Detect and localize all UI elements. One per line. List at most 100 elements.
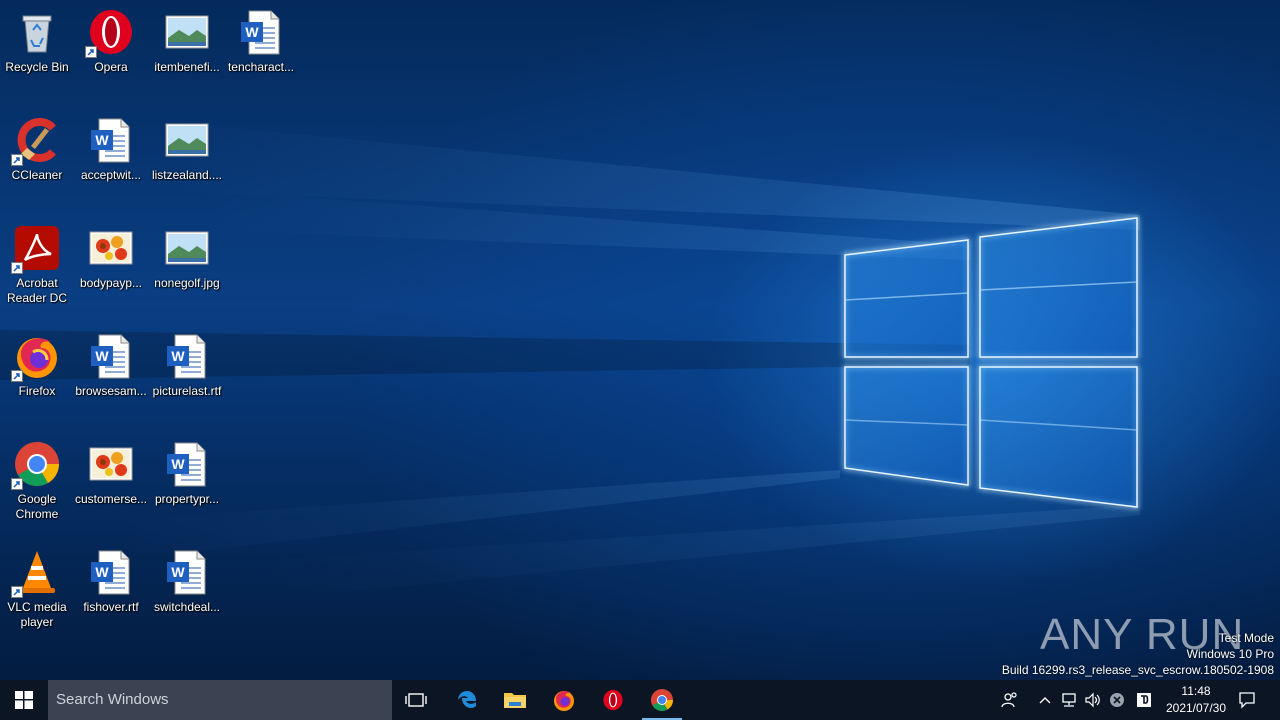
desktop-icon-label: CCleaner [11, 168, 63, 182]
desktop-icon-label: propertypr... [154, 492, 220, 506]
shortcut-arrow-icon [11, 586, 23, 598]
shortcut-arrow-icon [11, 478, 23, 490]
desktop-icon-label: switchdeal... [153, 600, 221, 614]
shortcut-arrow-icon [11, 370, 23, 382]
flower-image-icon [87, 224, 135, 272]
desktop-icon-label: Google Chrome [15, 492, 59, 521]
close-circle-icon [1110, 693, 1124, 707]
desktop-icon-picturelast[interactable]: W picturelast.rtf [150, 326, 224, 399]
desktop-icon-opera[interactable]: Opera [74, 2, 148, 75]
image-file-icon [163, 116, 211, 164]
taskbar-search-box[interactable]: Search Windows [48, 680, 392, 720]
taskbar-clock[interactable]: 11:48 2021/07/30 [1160, 683, 1232, 717]
desktop-icon-label: Opera [94, 60, 128, 74]
desktop-icon-bodypayp[interactable]: bodypayp... [74, 218, 148, 291]
build-text: Build 16299.rs3_release_svc_escrow.18050… [1001, 663, 1274, 677]
desktop-icon-label: bodypayp... [79, 276, 143, 290]
clock-time: 11:48 [1181, 684, 1211, 698]
shortcut-arrow-icon [11, 154, 23, 166]
word-doc-icon: W [163, 440, 211, 488]
desktop-icon-listzealand[interactable]: listzealand.... [150, 110, 224, 183]
desktop-icon-label: browsesam... [75, 384, 147, 398]
desktop-icon-recycle-bin[interactable]: Recycle Bin [0, 2, 74, 75]
desktop-icon-google-chrome[interactable]: Google Chrome [0, 434, 74, 522]
people-button[interactable] [996, 680, 1024, 720]
shortcut-arrow-icon [11, 262, 23, 274]
desktop-icon-firefox[interactable]: Firefox [0, 326, 74, 399]
firefox-icon [554, 691, 574, 711]
speaker-icon [1085, 692, 1100, 708]
desktop-icon-label: VLC media player [7, 600, 67, 629]
word-doc-icon: W [87, 116, 135, 164]
desktop-icon-label: itembenefi... [154, 60, 220, 74]
desktop-icon-label: picturelast.rtf [152, 384, 222, 398]
volume-button[interactable] [1082, 680, 1104, 720]
taskbar-edge-button[interactable] [443, 680, 491, 720]
desktop-icon-ccleaner[interactable]: CCleaner [0, 110, 74, 183]
image-file-icon [163, 8, 211, 56]
task-view-button[interactable] [392, 680, 440, 720]
desktop-icon-tencharact[interactable]: W tencharact... [224, 2, 298, 75]
tray-status-button[interactable] [1106, 680, 1128, 720]
task-view-icon [405, 693, 427, 707]
svg-text:W: W [95, 132, 109, 148]
desktop-icon-customerse[interactable]: customerse... [74, 434, 148, 507]
desktop-icon-propertypr[interactable]: W propertypr... [150, 434, 224, 507]
word-doc-icon: W [237, 8, 285, 56]
ccleaner-icon [11, 116, 61, 166]
desktop-icon-label: acceptwit... [80, 168, 142, 182]
taskbar-opera-button[interactable] [589, 680, 637, 720]
test-mode-text: Test Mode [1218, 631, 1274, 645]
edge-icon [458, 691, 476, 708]
firefox-icon [11, 332, 61, 382]
desktop-icon-switchdeal[interactable]: W switchdeal... [150, 542, 224, 615]
clock-date: 2021/07/30 [1165, 701, 1227, 715]
keyboard-layout-icon [1137, 693, 1151, 707]
chrome-icon [651, 689, 673, 711]
word-doc-icon: W [163, 548, 211, 596]
windows-logo-icon [15, 691, 33, 709]
taskbar: Search Windows 11:48 2021/07/30 [0, 680, 1280, 720]
svg-text:W: W [171, 456, 185, 472]
taskbar-chrome-button[interactable] [638, 680, 686, 720]
start-button[interactable] [0, 680, 48, 720]
network-button[interactable] [1058, 680, 1080, 720]
desktop-icon-itembenefi[interactable]: itembenefi... [150, 2, 224, 75]
taskbar-firefox-button[interactable] [540, 680, 588, 720]
people-icon [1001, 692, 1017, 708]
desktop-icon-label: listzealand.... [151, 168, 223, 182]
network-icon [1062, 693, 1076, 707]
svg-text:W: W [171, 348, 185, 364]
svg-text:W: W [171, 564, 185, 580]
svg-text:W: W [95, 348, 109, 364]
desktop-icon-label: Firefox [18, 384, 56, 398]
flower-image-icon [87, 440, 135, 488]
word-doc-icon: W [87, 332, 135, 380]
shortcut-arrow-icon [85, 46, 97, 58]
svg-text:W: W [245, 24, 259, 40]
edition-text: Windows 10 Pro [1186, 647, 1274, 661]
svg-text:W: W [95, 564, 109, 580]
desktop-icon-label: tencharact... [227, 60, 295, 74]
desktop-icon-browsesam[interactable]: W browsesam... [74, 326, 148, 399]
windows-build-info: Test Mode Windows 10 Pro Build 16299.rs3… [1002, 630, 1274, 678]
desktop-icon-label: fishover.rtf [83, 600, 139, 614]
desktop-icon-acceptwit[interactable]: W acceptwit... [74, 110, 148, 183]
recycle-bin-icon [13, 8, 61, 56]
search-placeholder: Search Windows [56, 691, 169, 708]
desktop-icon-label: customerse... [74, 492, 148, 506]
notification-icon [1239, 692, 1255, 709]
show-hidden-icons-button[interactable] [1034, 680, 1056, 720]
input-indicator-button[interactable] [1132, 680, 1156, 720]
desktop-icon-vlc[interactable]: VLC media player [0, 542, 74, 630]
desktop-icon-label: nonegolf.jpg [154, 276, 220, 290]
taskbar-file-explorer-button[interactable] [491, 680, 539, 720]
action-center-button[interactable] [1234, 680, 1260, 720]
desktop-icon-acrobat[interactable]: Acrobat Reader DC [0, 218, 74, 306]
vlc-icon [11, 548, 61, 598]
desktop-icon-fishover[interactable]: W fishover.rtf [74, 542, 148, 615]
opera-icon [603, 689, 623, 711]
desktop-icon-nonegolf[interactable]: nonegolf.jpg [150, 218, 224, 291]
chrome-icon [11, 440, 61, 490]
word-doc-icon: W [87, 548, 135, 596]
